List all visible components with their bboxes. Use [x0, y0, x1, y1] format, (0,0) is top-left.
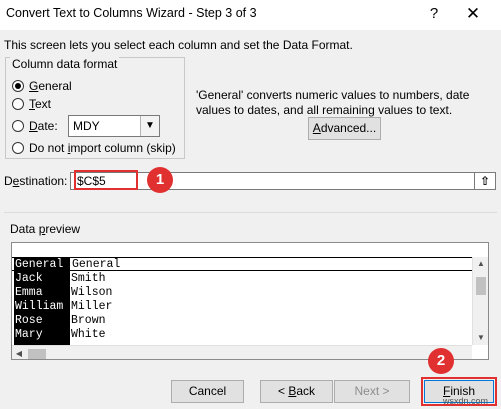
- callout-badge-2: 2: [428, 348, 454, 374]
- radio-text-indicator[interactable]: [12, 98, 24, 110]
- radio-skip-indicator[interactable]: [12, 142, 24, 154]
- radio-date-indicator[interactable]: [12, 120, 24, 132]
- cancel-button[interactable]: Cancel: [171, 380, 244, 403]
- horizontal-scroll-thumb[interactable]: [28, 349, 46, 359]
- vertical-scrollbar[interactable]: ▲ ▼: [472, 257, 488, 345]
- back-button[interactable]: < Back: [260, 380, 333, 403]
- general-format-note: 'General' converts numeric values to num…: [196, 88, 470, 117]
- cell-first-name: Rose: [15, 314, 43, 327]
- cell-last-name: Miller: [71, 300, 113, 313]
- cell-last-name: Wilson: [71, 286, 113, 299]
- help-button[interactable]: ?: [424, 4, 444, 24]
- scroll-left-icon[interactable]: ◀: [12, 346, 26, 359]
- scroll-up-icon[interactable]: ▲: [473, 257, 488, 271]
- collapse-dialog-icon[interactable]: ⇧: [474, 173, 495, 189]
- intro-text: This screen lets you select each column …: [4, 38, 353, 52]
- next-button[interactable]: Next >: [334, 380, 410, 403]
- radio-date[interactable]: Date:: [12, 118, 58, 134]
- title-bar: Convert Text to Columns Wizard - Step 3 …: [0, 0, 501, 30]
- data-preview-label: Data preview: [10, 222, 81, 236]
- cell-last-name: White: [71, 328, 106, 341]
- radio-skip-label: Do not import column (skip): [29, 141, 176, 155]
- cell-first-name: Mary: [15, 328, 43, 341]
- destination-highlight: [74, 170, 138, 190]
- horizontal-scrollbar[interactable]: ◀: [12, 345, 472, 359]
- radio-general-label: General: [29, 79, 72, 93]
- vertical-scroll-thumb[interactable]: [476, 277, 486, 295]
- radio-text[interactable]: Text: [12, 96, 51, 112]
- radio-general[interactable]: General: [12, 78, 72, 94]
- divider: [4, 212, 497, 213]
- cell-last-name: Smith: [71, 272, 106, 285]
- cell-first-name: Emma: [15, 286, 43, 299]
- advanced-button[interactable]: Advanced...: [308, 117, 381, 140]
- scroll-down-icon[interactable]: ▼: [473, 331, 488, 345]
- date-format-select[interactable]: MDY ▼: [68, 115, 160, 137]
- window-title: Convert Text to Columns Wizard - Step 3 …: [6, 6, 257, 20]
- data-preview-grid[interactable]: General General Jack Smith Emma Wilson W…: [11, 242, 489, 360]
- preview-header-col2[interactable]: General: [70, 258, 120, 272]
- cell-first-name: Jack: [15, 272, 43, 285]
- column-format-label: Column data format: [10, 57, 120, 71]
- watermark: wsxdn.com: [443, 396, 489, 406]
- callout-badge-1: 1: [147, 167, 173, 193]
- cell-first-name: William: [15, 300, 64, 313]
- date-format-value: MDY: [73, 119, 100, 133]
- radio-general-indicator[interactable]: [12, 80, 24, 92]
- preview-header-col1[interactable]: General: [14, 258, 70, 271]
- chevron-down-icon[interactable]: ▼: [140, 116, 159, 136]
- destination-label: Destination:: [4, 174, 68, 188]
- radio-skip[interactable]: Do not import column (skip): [12, 140, 176, 156]
- cell-last-name: Brown: [71, 314, 106, 327]
- radio-text-label: Text: [29, 97, 52, 111]
- radio-date-label: Date:: [29, 119, 58, 133]
- close-button[interactable]: ✕: [460, 3, 486, 25]
